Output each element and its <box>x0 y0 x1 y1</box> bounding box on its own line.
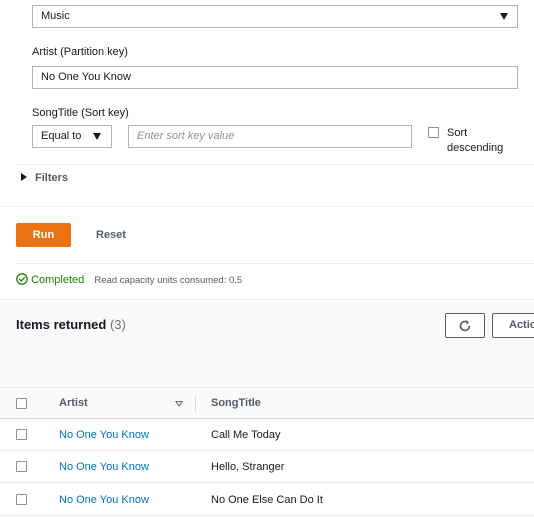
column-separator[interactable] <box>195 396 196 412</box>
filters-toggle[interactable]: Filters <box>21 172 68 184</box>
row-checkbox[interactable] <box>16 461 27 472</box>
table-header: Artist SongTitle <box>0 387 534 419</box>
songtitle-cell: Hello, Stranger <box>211 461 285 473</box>
sort-key-value-input[interactable]: Enter sort key value <box>128 125 412 148</box>
column-header-artist[interactable]: Artist <box>59 387 88 419</box>
divider <box>16 263 534 264</box>
status-line: Completed Read capacity units consumed: … <box>16 273 242 286</box>
row-checkbox[interactable] <box>16 494 27 505</box>
status-message: Read capacity units consumed: 0.5 <box>94 275 243 286</box>
results-count: (3) <box>109 317 126 332</box>
sort-key-label: SongTitle (Sort key) <box>32 107 129 119</box>
artist-link[interactable]: No One You Know <box>59 419 149 451</box>
sort-down-icon[interactable] <box>175 401 183 407</box>
row-checkbox[interactable] <box>16 429 27 440</box>
query-form-panel <box>0 0 534 207</box>
caret-right-icon <box>21 173 27 181</box>
partition-key-label: Artist (Partition key) <box>32 46 128 58</box>
table-row[interactable]: No One You Know No One Else Can Do It <box>0 484 534 516</box>
songtitle-cell: Call Me Today <box>211 429 281 441</box>
sort-key-condition-value: Equal to <box>41 130 82 142</box>
refresh-icon <box>459 320 471 332</box>
partition-key-input[interactable]: No One You Know <box>32 66 518 89</box>
table-row[interactable]: No One You Know Call Me Today <box>0 419 534 451</box>
select-all-checkbox[interactable] <box>16 398 27 409</box>
caret-down-icon <box>93 133 101 140</box>
run-button[interactable]: Run <box>16 223 71 247</box>
reset-button[interactable]: Reset <box>88 223 134 247</box>
results-title: Items returned (3) <box>16 317 126 332</box>
artist-link[interactable]: No One You Know <box>59 451 149 483</box>
table-row[interactable]: No One You Know Hello, Stranger <box>0 451 534 483</box>
table-select[interactable]: Music <box>32 5 518 28</box>
status-state: Completed <box>31 274 85 286</box>
column-header-songtitle[interactable]: SongTitle <box>211 387 261 419</box>
filters-label: Filters <box>35 172 69 184</box>
caret-down-icon <box>500 13 508 20</box>
sort-key-condition-select[interactable]: Equal to <box>32 125 112 148</box>
artist-link[interactable]: No One You Know <box>59 484 149 516</box>
divider <box>16 164 534 165</box>
table-select-value: Music <box>41 10 70 22</box>
actions-button[interactable]: Actions <box>492 313 534 338</box>
sort-descending-checkbox[interactable] <box>428 127 439 138</box>
refresh-button[interactable] <box>445 313 485 338</box>
success-check-icon <box>16 273 28 285</box>
songtitle-cell: No One Else Can Do It <box>211 494 323 506</box>
sort-descending-label: Sort descending <box>447 127 504 154</box>
